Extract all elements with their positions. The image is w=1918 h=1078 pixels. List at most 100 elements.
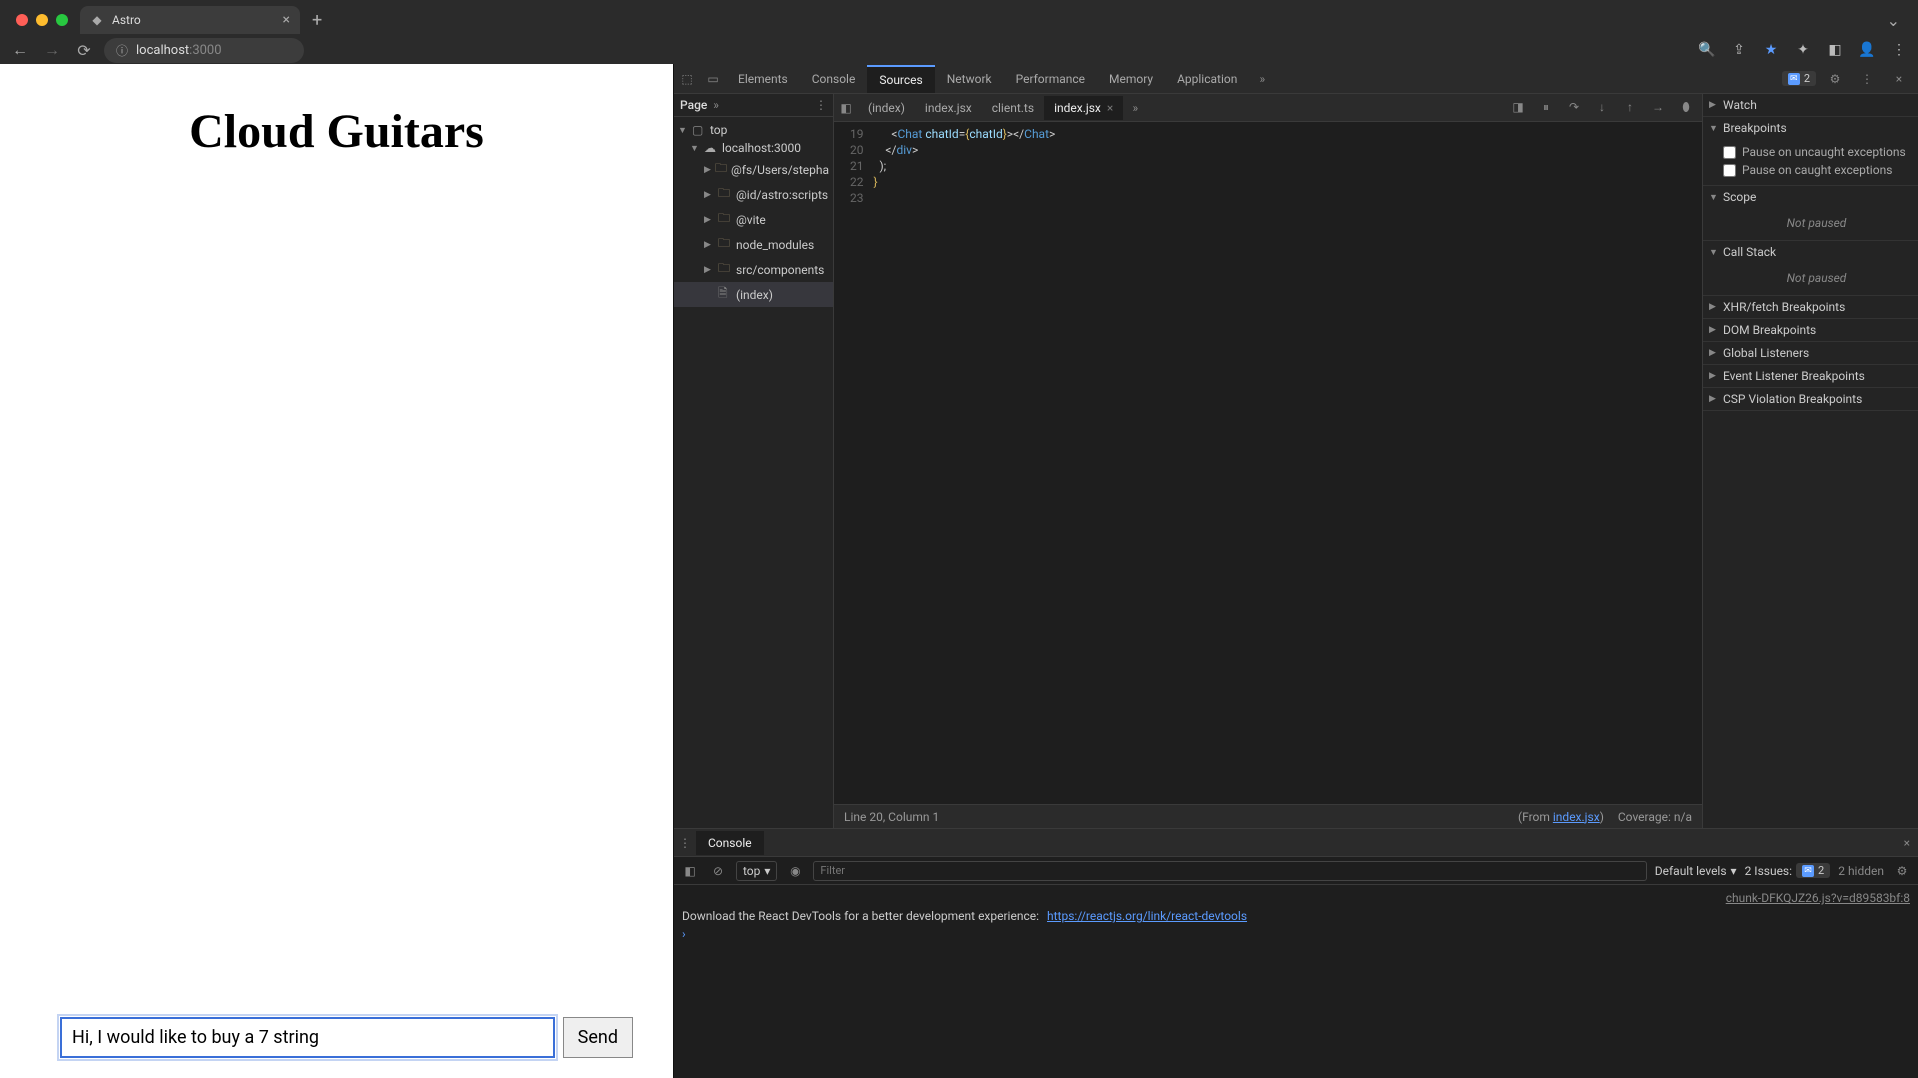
chat-input[interactable] — [60, 1017, 555, 1058]
debug-step-out-icon[interactable]: ↑ — [1618, 100, 1642, 115]
share-icon[interactable]: ⇪ — [1728, 42, 1750, 58]
close-devtools-icon[interactable]: × — [1886, 72, 1912, 86]
dbg-section-call-stack[interactable]: ▼Call Stack — [1703, 241, 1918, 263]
menu-icon[interactable]: ⋮ — [1888, 42, 1910, 58]
editor-tab-active[interactable]: index.jsx× — [1044, 96, 1123, 120]
url-text: localhost:3000 — [136, 43, 222, 58]
console-filter-input[interactable] — [813, 861, 1646, 881]
console-message: Download the React DevTools for a better… — [682, 907, 1910, 925]
tabs-overflow-icon[interactable]: » — [1249, 72, 1275, 86]
nav-tab-page[interactable]: Page — [680, 98, 707, 112]
console-issues[interactable]: 2 Issues:✉2 — [1745, 863, 1831, 878]
console-prompt[interactable]: › — [682, 925, 1910, 943]
editor-tab[interactable]: client.ts — [982, 96, 1044, 120]
tab-sources[interactable]: Sources — [867, 65, 934, 93]
window-maximize[interactable] — [56, 14, 68, 26]
tab-performance[interactable]: Performance — [1004, 66, 1097, 92]
dbg-section-event-listener-breakpoints[interactable]: ▶Event Listener Breakpoints — [1703, 365, 1918, 387]
tree-folder[interactable]: ▶🗀node_modules — [674, 232, 833, 257]
search-icon[interactable]: 🔍 — [1696, 42, 1718, 58]
nav-back-button[interactable]: ← — [8, 40, 32, 60]
send-button[interactable]: Send — [563, 1017, 633, 1058]
tree-top[interactable]: ▼▢top — [674, 121, 833, 139]
source-origin: (From index.jsx) — [1518, 810, 1604, 824]
console-settings-icon[interactable]: ⚙ — [1892, 864, 1912, 878]
page-viewport: Cloud Guitars Send — [0, 64, 673, 1078]
debug-deactivate-bp-icon[interactable]: ⬮ — [1674, 100, 1698, 115]
bp-check[interactable]: Pause on uncaught exceptions — [1723, 143, 1910, 161]
dbg-section-scope[interactable]: ▼Scope — [1703, 186, 1918, 208]
traffic-lights — [8, 14, 76, 26]
dbg-section-xhr-fetch-breakpoints[interactable]: ▶XHR/fetch Breakpoints — [1703, 296, 1918, 318]
tab-title: Astro — [112, 13, 141, 27]
editor-tab[interactable]: (index) — [858, 96, 915, 120]
file-tree: ▼▢top ▼☁localhost:3000 ▶🗀@fs/Users/steph… — [674, 117, 833, 311]
debug-step-into-icon[interactable]: ↓ — [1590, 100, 1614, 115]
console-msg-link[interactable]: https://reactjs.org/link/react-devtools — [1047, 909, 1247, 923]
more-icon[interactable]: ⋮ — [1854, 72, 1880, 86]
tab-console[interactable]: Console — [800, 66, 868, 92]
tab-memory[interactable]: Memory — [1097, 66, 1165, 92]
tree-file-index[interactable]: 🗎(index) — [674, 282, 833, 307]
tab-elements[interactable]: Elements — [726, 66, 800, 92]
inspect-element-icon[interactable]: ⬚ — [674, 72, 700, 86]
tree-folder[interactable]: ▶🗀@id/astro:scripts — [674, 182, 833, 207]
console-levels-select[interactable]: Default levels▾ — [1655, 864, 1737, 878]
nav-more-icon[interactable]: ⋮ — [815, 98, 827, 112]
tab-close-button[interactable]: × — [283, 12, 290, 28]
page-heading: Cloud Guitars — [0, 64, 673, 159]
side-panel-icon[interactable]: ◧ — [1824, 42, 1846, 58]
window-minimize[interactable] — [36, 14, 48, 26]
console-msg-source[interactable]: chunk-DFKQJZ26.js?v=d89583bf:8 — [1726, 891, 1910, 905]
dbg-section-watch[interactable]: ▶Watch — [1703, 94, 1918, 116]
console-hidden[interactable]: 2 hidden — [1838, 864, 1884, 878]
site-info-icon[interactable]: ⓘ — [116, 42, 128, 59]
debug-step-over-icon[interactable]: ↷ — [1562, 100, 1586, 115]
tree-folder[interactable]: ▶🗀@fs/Users/stepha — [674, 157, 833, 182]
window-close[interactable] — [16, 14, 28, 26]
tab-network[interactable]: Network — [935, 66, 1004, 92]
dbg-section-dom-breakpoints[interactable]: ▶DOM Breakpoints — [1703, 319, 1918, 341]
debug-pause-icon[interactable]: ⏸ — [1534, 100, 1558, 115]
settings-icon[interactable]: ⚙ — [1822, 72, 1848, 86]
profile-icon[interactable]: 👤 — [1856, 42, 1878, 58]
new-tab-button[interactable]: + — [304, 6, 330, 35]
tab-favicon: ◆ — [90, 13, 104, 27]
dbg-section-csp-violation-breakpoints[interactable]: ▶CSP Violation Breakpoints — [1703, 388, 1918, 410]
debug-step-icon[interactable]: → — [1646, 100, 1670, 115]
nav-reload-button[interactable]: ⟳ — [72, 41, 96, 60]
url-bar[interactable]: ⓘ localhost:3000 — [104, 38, 304, 63]
coverage-status: Coverage: n/a — [1618, 810, 1692, 824]
nav-forward-button[interactable]: → — [40, 40, 64, 60]
tree-folder[interactable]: ▶🗀@vite — [674, 207, 833, 232]
drawer-tab-console[interactable]: Console — [696, 831, 764, 855]
browser-tab[interactable]: ◆ Astro × — [80, 6, 300, 34]
issues-badge[interactable]: ✉2 — [1782, 71, 1816, 86]
console-context-select[interactable]: top▾ — [736, 861, 777, 881]
console-live-expr-icon[interactable]: ◉ — [785, 864, 805, 878]
dbg-section-global-listeners[interactable]: ▶Global Listeners — [1703, 342, 1918, 364]
console-clear-icon[interactable]: ⊘ — [708, 864, 728, 878]
devtools-panel: ⬚ ▭ Elements Console Sources Network Per… — [673, 64, 1918, 1078]
drawer-more-icon[interactable]: ⋮ — [674, 836, 696, 850]
editor-tab-close-icon[interactable]: × — [1107, 101, 1113, 115]
issues-icon: ✉ — [1788, 73, 1800, 85]
tree-folder[interactable]: ▶🗀src/components — [674, 257, 833, 282]
tabs-overflow-button[interactable]: ⌄ — [1877, 11, 1910, 30]
bp-check[interactable]: Pause on caught exceptions — [1723, 161, 1910, 179]
toggle-debugger-icon[interactable]: ◨ — [1506, 100, 1530, 115]
editor-tab[interactable]: index.jsx — [915, 96, 982, 120]
drawer-close-icon[interactable]: × — [1896, 836, 1918, 850]
code-editor[interactable]: 1920212223 <Chat chatId={chatId}></Chat>… — [834, 122, 1702, 804]
toggle-navigator-icon[interactable]: ◧ — [834, 101, 858, 115]
console-sidebar-icon[interactable]: ◧ — [680, 864, 700, 878]
bookmark-icon[interactable]: ★ — [1760, 42, 1782, 58]
device-toolbar-icon[interactable]: ▭ — [700, 72, 726, 86]
tree-host[interactable]: ▼☁localhost:3000 — [674, 139, 833, 157]
extensions-icon[interactable]: ✦ — [1792, 42, 1814, 58]
dbg-section-breakpoints[interactable]: ▼Breakpoints — [1703, 117, 1918, 139]
source-origin-link[interactable]: index.jsx — [1553, 810, 1600, 824]
nav-overflow-icon[interactable]: » — [713, 98, 719, 112]
tab-application[interactable]: Application — [1165, 66, 1249, 92]
editor-tabs-overflow-icon[interactable]: » — [1123, 101, 1147, 115]
